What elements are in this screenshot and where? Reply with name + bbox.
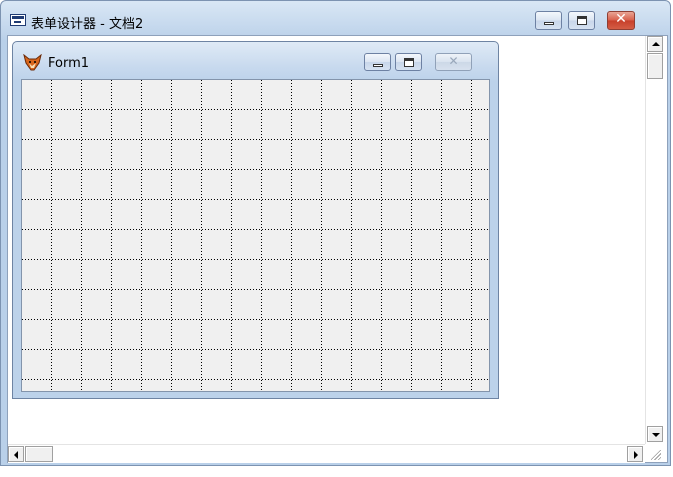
form-maximize-button[interactable]	[395, 53, 422, 71]
minimize-button[interactable]	[535, 11, 562, 30]
left-arrow-icon	[14, 451, 18, 459]
up-arrow-icon	[652, 42, 660, 46]
scroll-up-button[interactable]	[647, 36, 663, 52]
right-arrow-icon	[634, 451, 638, 459]
down-arrow-icon	[652, 433, 660, 437]
close-button[interactable]: ✕	[607, 11, 635, 30]
maximize-button[interactable]	[568, 11, 595, 30]
fox-icon	[23, 54, 42, 71]
form1-window[interactable]: Form1 ✕	[12, 41, 499, 399]
form-designer-icon	[10, 14, 26, 26]
form-design-grid[interactable]	[21, 79, 490, 392]
close-icon: ✕	[615, 11, 627, 27]
maximize-icon	[404, 58, 414, 67]
form-title: Form1	[48, 56, 90, 71]
form-minimize-button[interactable]	[364, 53, 391, 71]
vertical-scroll-thumb[interactable]	[647, 53, 663, 79]
title-bar[interactable]: 表单设计器 - 文档2 ✕	[1, 1, 670, 35]
vertical-scrollbar[interactable]	[645, 36, 664, 444]
maximize-icon	[577, 16, 587, 25]
grid-dots	[22, 80, 489, 391]
window-title: 表单设计器 - 文档2	[31, 17, 144, 32]
scroll-left-button[interactable]	[8, 446, 24, 462]
size-grip[interactable]	[645, 444, 663, 462]
close-icon: ✕	[448, 54, 459, 68]
horizontal-scrollbar[interactable]	[8, 444, 645, 463]
size-grip-icon	[651, 450, 661, 460]
minimize-icon	[373, 64, 383, 67]
horizontal-scroll-thumb[interactable]	[25, 446, 53, 462]
scroll-down-button[interactable]	[647, 426, 663, 442]
minimize-icon	[544, 22, 554, 25]
form-close-button[interactable]: ✕	[435, 53, 472, 71]
scroll-right-button[interactable]	[627, 446, 643, 462]
